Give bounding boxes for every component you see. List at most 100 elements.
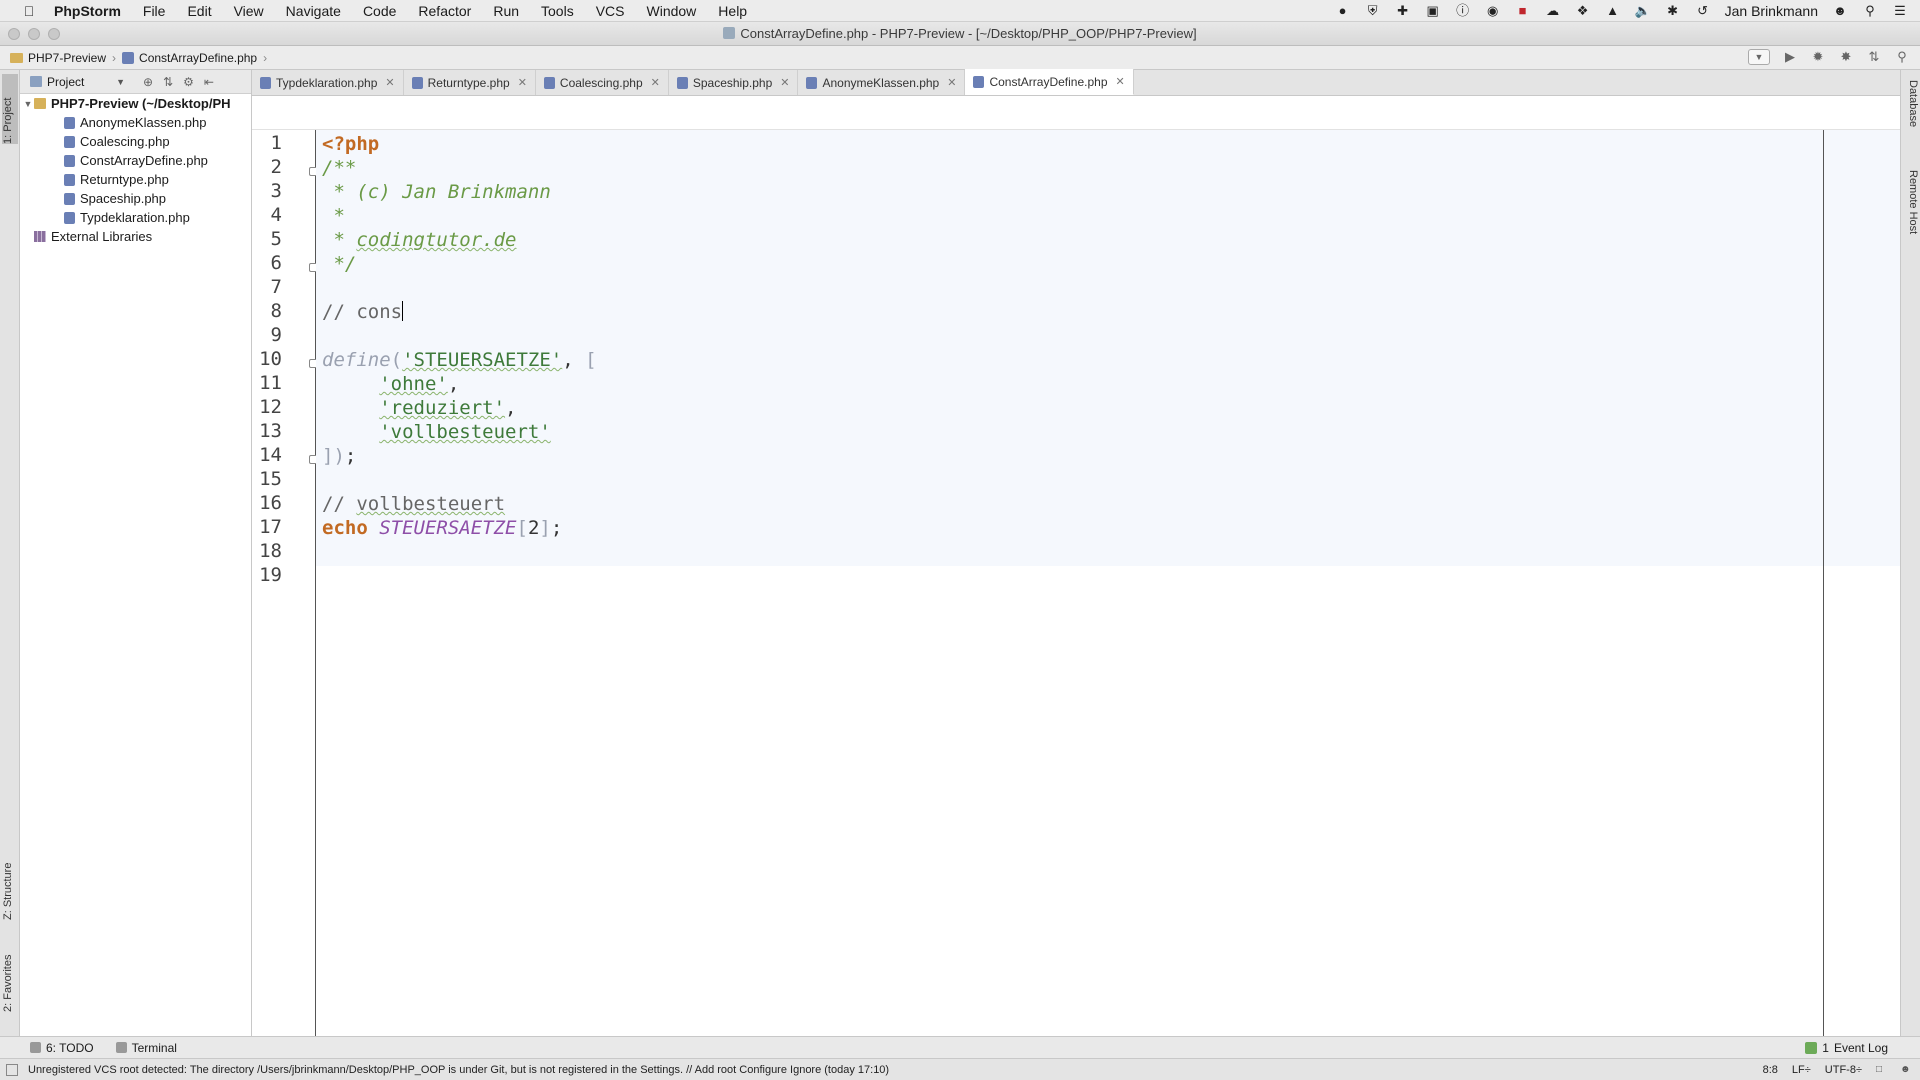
hector-icon[interactable]: ☻ <box>1900 1064 1911 1075</box>
terminal-label: Terminal <box>131 1040 177 1055</box>
coverage-icon[interactable]: ✸ <box>1838 49 1854 65</box>
tray-eye-icon[interactable]: ◉ <box>1485 3 1501 19</box>
editor-tab-returntype[interactable]: Returntype.php ✕ <box>404 70 536 95</box>
menu-file[interactable]: File <box>143 3 166 19</box>
editor-tab-constarraydefine[interactable]: ConstArrayDefine.php ✕ <box>965 69 1134 95</box>
close-icon[interactable]: ✕ <box>385 76 394 89</box>
run-config-dropdown[interactable]: ▼ <box>1748 49 1770 65</box>
editor-tab-bar: Typdeklaration.php ✕ Returntype.php ✕ Co… <box>252 69 1900 96</box>
caret-position[interactable]: 8:8 <box>1763 1064 1778 1076</box>
project-view-selector[interactable]: Project ▼ <box>30 75 125 89</box>
settings-gear-icon[interactable]: ⚙ <box>183 75 194 89</box>
line-number: 17 <box>259 516 282 538</box>
spotlight-search-icon[interactable]: ⚲ <box>1862 3 1878 19</box>
code-area[interactable]: <?php /** * (c) Jan Brinkmann * * coding… <box>316 130 1900 1036</box>
todo-tool-button[interactable]: 6: TODO <box>30 1041 94 1055</box>
line-separator[interactable]: LF÷ <box>1792 1064 1811 1076</box>
tree-file[interactable]: Returntype.php <box>20 170 251 189</box>
tray-dropbox-icon[interactable]: ❖ <box>1575 3 1591 19</box>
editor-tab-coalescing[interactable]: Coalescing.php ✕ <box>536 70 669 95</box>
lock-icon[interactable]: □ <box>1876 1064 1886 1075</box>
tray-app-icon[interactable]: ● <box>1335 3 1351 19</box>
tool-tab-remote-host[interactable]: Remote Host <box>1903 170 1919 270</box>
close-icon[interactable]: ✕ <box>518 76 527 89</box>
menu-tools[interactable]: Tools <box>541 3 574 19</box>
breadcrumb-project[interactable]: PHP7-Preview <box>28 51 106 65</box>
vcs-update-icon[interactable]: ⇅ <box>1866 49 1882 65</box>
window-title: ConstArrayDefine.php - PHP7-Preview - [~… <box>0 26 1920 41</box>
collapse-all-icon[interactable]: ⇅ <box>163 75 173 89</box>
menu-vcs[interactable]: VCS <box>596 3 625 19</box>
close-icon[interactable]: ✕ <box>947 76 956 89</box>
editor-tab-spaceship[interactable]: Spaceship.php ✕ <box>669 70 799 95</box>
tree-external-libraries[interactable]: External Libraries <box>20 227 251 246</box>
run-icon[interactable]: ▶ <box>1782 49 1798 65</box>
token-bracket: ] <box>322 445 334 467</box>
user-icon[interactable]: ☻ <box>1832 3 1848 19</box>
php-file-icon <box>64 211 75 224</box>
token-doc-comment: (c) <box>356 181 403 203</box>
tree-root[interactable]: ▼ PHP7-Preview (~/Desktop/PH <box>20 94 251 113</box>
search-everywhere-icon[interactable]: ⚲ <box>1894 49 1910 65</box>
scroll-from-source-icon[interactable]: ⊕ <box>143 75 153 89</box>
tray-red-square-icon[interactable]: ■ <box>1515 3 1531 19</box>
tool-tab-project[interactable]: 1: Project <box>2 74 18 144</box>
tool-tab-structure-label: Z: Structure <box>2 862 14 920</box>
tray-info-icon[interactable]: ⓘ <box>1455 3 1471 19</box>
menu-run[interactable]: Run <box>493 3 519 19</box>
tree-root-label: PHP7-Preview (~/Desktop/PH <box>51 96 231 111</box>
menu-bar-user[interactable]: Jan Brinkmann <box>1725 3 1818 19</box>
menu-refactor[interactable]: Refactor <box>418 3 471 19</box>
menu-view[interactable]: View <box>234 3 264 19</box>
time-machine-icon[interactable]: ↺ <box>1695 3 1711 19</box>
hide-panel-icon[interactable]: ⇤ <box>204 75 214 89</box>
volume-icon[interactable]: 🔈 <box>1635 3 1651 19</box>
token-punctuation: , <box>505 397 517 419</box>
tree-file[interactable]: AnonymeKlassen.php <box>20 113 251 132</box>
tray-box-icon[interactable]: ▣ <box>1425 3 1441 19</box>
menu-app-name[interactable]: PhpStorm <box>54 3 121 19</box>
close-icon[interactable]: ✕ <box>780 76 789 89</box>
status-message[interactable]: Unregistered VCS root detected: The dire… <box>28 1064 889 1076</box>
left-tool-stripe: 1: Project Z: Structure 2: Favorites <box>0 70 20 1036</box>
line-number: 1 <box>270 132 282 154</box>
tree-file[interactable]: Coalescing.php <box>20 132 251 151</box>
close-icon[interactable]: ✕ <box>1116 75 1125 88</box>
toggle-tool-windows-icon[interactable] <box>6 1063 18 1076</box>
line-number: 15 <box>259 468 282 490</box>
tree-file[interactable]: Typdeklaration.php <box>20 208 251 227</box>
token-paren: ) <box>333 445 345 467</box>
debug-icon[interactable]: ✹ <box>1810 49 1826 65</box>
editor-gutter[interactable]: 1 2 3 4 5 6 7 8 9 10 11 12 13 14 15 16 1… <box>252 130 318 1036</box>
menu-help[interactable]: Help <box>718 3 747 19</box>
editor-tab-typdeklaration[interactable]: Typdeklaration.php ✕ <box>252 70 404 95</box>
line-number: 9 <box>270 324 282 346</box>
menu-navigate[interactable]: Navigate <box>286 3 341 19</box>
tool-tab-favorites[interactable]: 2: Favorites <box>2 932 18 1012</box>
code-editor[interactable]: 1 2 3 4 5 6 7 8 9 10 11 12 13 14 15 16 1… <box>252 130 1900 1036</box>
tray-cloud-icon[interactable]: ☁ <box>1545 3 1561 19</box>
tray-shield-icon[interactable]: ⛨ <box>1365 3 1381 19</box>
menu-window[interactable]: Window <box>647 3 697 19</box>
token-line-comment: vollbesteuert <box>356 493 506 515</box>
tool-tab-structure[interactable]: Z: Structure <box>2 840 18 920</box>
tree-file[interactable]: Spaceship.php <box>20 189 251 208</box>
tool-tab-database[interactable]: Database <box>1903 80 1919 160</box>
event-log-button[interactable]: 1 Event Log <box>1805 1041 1888 1055</box>
notification-list-icon[interactable]: ☰ <box>1892 3 1908 19</box>
menu-code[interactable]: Code <box>363 3 396 19</box>
bluetooth-icon[interactable]: ✱ <box>1665 3 1681 19</box>
breadcrumb-file[interactable]: ConstArrayDefine.php <box>139 51 257 65</box>
tray-drive-icon[interactable]: ▲ <box>1605 3 1621 19</box>
close-icon[interactable]: ✕ <box>651 76 660 89</box>
editor-tab-anonymeklassen[interactable]: AnonymeKlassen.php ✕ <box>798 70 966 95</box>
tree-file[interactable]: ConstArrayDefine.php <box>20 151 251 170</box>
tray-plus-icon[interactable]: ✚ <box>1395 3 1411 19</box>
menu-edit[interactable]: Edit <box>187 3 211 19</box>
terminal-tool-button[interactable]: Terminal <box>115 1040 177 1055</box>
apple-icon[interactable]:  <box>20 3 38 19</box>
file-encoding[interactable]: UTF-8÷ <box>1825 1064 1862 1076</box>
expand-arrow-icon[interactable]: ▼ <box>22 99 34 109</box>
